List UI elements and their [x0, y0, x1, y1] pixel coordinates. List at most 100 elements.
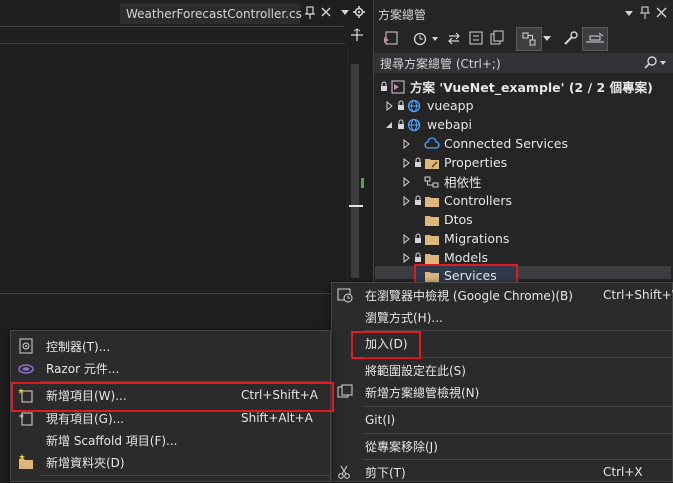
tree-node-webapi[interactable]: webapi [384, 115, 472, 134]
menu-separator [364, 433, 672, 434]
tree-node-label: Controllers [444, 193, 512, 208]
editor-tab[interactable]: WeatherForecastController.cs [120, 3, 302, 24]
switch-views-icon[interactable] [381, 27, 401, 49]
folder-icon [425, 253, 439, 264]
search-placeholder: 搜尋方案總管 (Ctrl+;) [380, 56, 501, 71]
lock-icon [415, 157, 421, 167]
menu-item-new-explorer-view[interactable]: 新增方案總管檢視(N) [332, 381, 672, 403]
gear-icon[interactable] [352, 4, 366, 20]
lock-icon [415, 252, 421, 262]
folder-icon [425, 271, 439, 282]
tree-node-label: Dtos [444, 212, 473, 227]
menu-item-remove-from-project[interactable]: 從專案移除(J) [332, 435, 672, 457]
menu-item-browse-with[interactable]: 瀏覽方式(H)... [332, 306, 672, 328]
pending-changes-filter-icon[interactable] [582, 27, 608, 51]
properties-wrench-icon[interactable] [562, 27, 580, 49]
controller-icon [19, 338, 33, 354]
menu-separator [364, 459, 672, 460]
pin-icon[interactable] [304, 5, 316, 21]
new-view-icon [337, 384, 353, 398]
menu-separator [40, 381, 330, 382]
folder-icon [425, 215, 439, 226]
pin-icon[interactable] [640, 6, 650, 20]
new-folder-icon [19, 454, 33, 469]
chevron-down-icon[interactable] [542, 27, 552, 49]
collapse-all-icon[interactable] [467, 27, 485, 49]
cloud-icon [424, 136, 440, 149]
menu-item-cut[interactable]: 剪下(T) Ctrl+X [332, 461, 672, 483]
show-all-files-icon[interactable] [488, 27, 506, 49]
tree-node-dependencies[interactable]: 相依性 [401, 172, 482, 191]
tree-node-migrations[interactable]: Migrations [401, 229, 509, 248]
menu-item-label: 新增 Scaffold 項目(F)... [46, 433, 178, 448]
chevron-right-icon[interactable] [401, 157, 411, 168]
chevron-right-icon[interactable] [401, 195, 411, 206]
split-editor-icon[interactable] [350, 28, 364, 42]
menu-separator [364, 357, 672, 358]
submenu-item-new-scaffold[interactable]: 新增 Scaffold 項目(F)... [11, 429, 330, 451]
tree-node-label: Migrations [444, 231, 510, 246]
scrollbar-thumb[interactable] [351, 64, 359, 278]
history-icon[interactable] [410, 27, 440, 49]
panel-title: 方案總管 [378, 7, 427, 22]
tree-node-models[interactable]: Models [401, 248, 488, 267]
chevron-right-icon[interactable] [384, 100, 394, 111]
menu-item-label: 新增項目(W)... [46, 388, 127, 403]
menu-item-label: Razor 元件... [46, 361, 120, 376]
menu-item-label: 控制器(T)... [46, 339, 111, 354]
folder-icon [425, 234, 439, 245]
lock-icon [415, 195, 421, 205]
web-project-icon [407, 99, 421, 112]
menu-item-add[interactable]: 加入(D) [332, 332, 672, 354]
lock-icon [415, 233, 421, 243]
search-icon[interactable] [642, 55, 668, 71]
tree-node-connected-services[interactable]: Connected Services [401, 134, 568, 153]
chevron-right-icon[interactable] [401, 233, 411, 244]
razor-icon [18, 364, 34, 374]
tree-node-properties[interactable]: Properties [401, 153, 507, 172]
search-input[interactable]: 搜尋方案總管 (Ctrl+;) [374, 53, 673, 73]
new-item-icon [18, 388, 33, 403]
tree-node-controllers[interactable]: Controllers [401, 191, 512, 210]
menu-item-view-in-browser[interactable]: 在瀏覽器中檢視 (Google Chrome)(B) Ctrl+Shift+W [332, 284, 673, 306]
menu-item-label: 將範圍設定在此(S) [365, 363, 466, 378]
tree-node-vueapp[interactable]: vueapp [384, 96, 474, 115]
submenu-item-existing-item[interactable]: 現有項目(G)... Shift+Alt+A [11, 407, 330, 429]
menu-item-label: 現有項目(G)... [46, 411, 125, 426]
chevron-right-icon[interactable] [401, 252, 411, 263]
menu-separator [364, 330, 672, 331]
menu-item-scope-to-this[interactable]: 將範圍設定在此(S) [332, 359, 672, 381]
menu-item-shortcut: Ctrl+Shift+W [603, 288, 673, 302]
tab-list-dropdown-icon[interactable] [339, 5, 351, 19]
menu-item-label: Git(I) [365, 413, 396, 427]
chevron-down-icon[interactable] [384, 120, 394, 130]
menu-item-label: 從專案移除(J) [365, 439, 438, 454]
submenu-item-new-folder[interactable]: 新增資料夾(D) [11, 451, 330, 473]
tree-node-label: 方案 'VueNet_example' (2 / 2 個專案) [410, 80, 653, 95]
tree-node-dtos[interactable]: Dtos [424, 210, 473, 229]
menu-item-git[interactable]: Git(I) [332, 409, 672, 431]
tree-node-label: webapi [427, 117, 472, 132]
submenu-item-controller[interactable]: 控制器(T)... [11, 335, 330, 357]
lock-icon [381, 81, 387, 91]
caret-position-marker [349, 205, 363, 207]
chevron-down-icon[interactable] [624, 8, 634, 18]
menu-separator [40, 475, 330, 476]
sync-icon[interactable] [446, 27, 462, 49]
menu-item-label: 瀏覽方式(H)... [365, 310, 443, 325]
folder-icon [425, 196, 439, 207]
dependencies-icon [424, 176, 439, 187]
close-icon[interactable] [320, 5, 332, 19]
tree-node-solution[interactable]: 方案 'VueNet_example' (2 / 2 個專案) [380, 77, 653, 96]
preview-selected-items-icon[interactable] [516, 27, 542, 51]
chevron-right-icon[interactable] [401, 138, 411, 149]
tree-node-label: Services [444, 268, 497, 283]
editor-navigation-bar[interactable] [0, 26, 345, 44]
submenu-item-new-item[interactable]: 新增項目(W)... Ctrl+Shift+A [11, 384, 330, 406]
web-project-icon [407, 118, 421, 131]
chevron-right-icon[interactable] [401, 176, 411, 187]
close-icon[interactable] [656, 7, 667, 18]
lock-icon [398, 119, 404, 129]
menu-item-shortcut: Ctrl+Shift+A [241, 388, 318, 402]
submenu-item-razor-component[interactable]: Razor 元件... [11, 357, 330, 379]
